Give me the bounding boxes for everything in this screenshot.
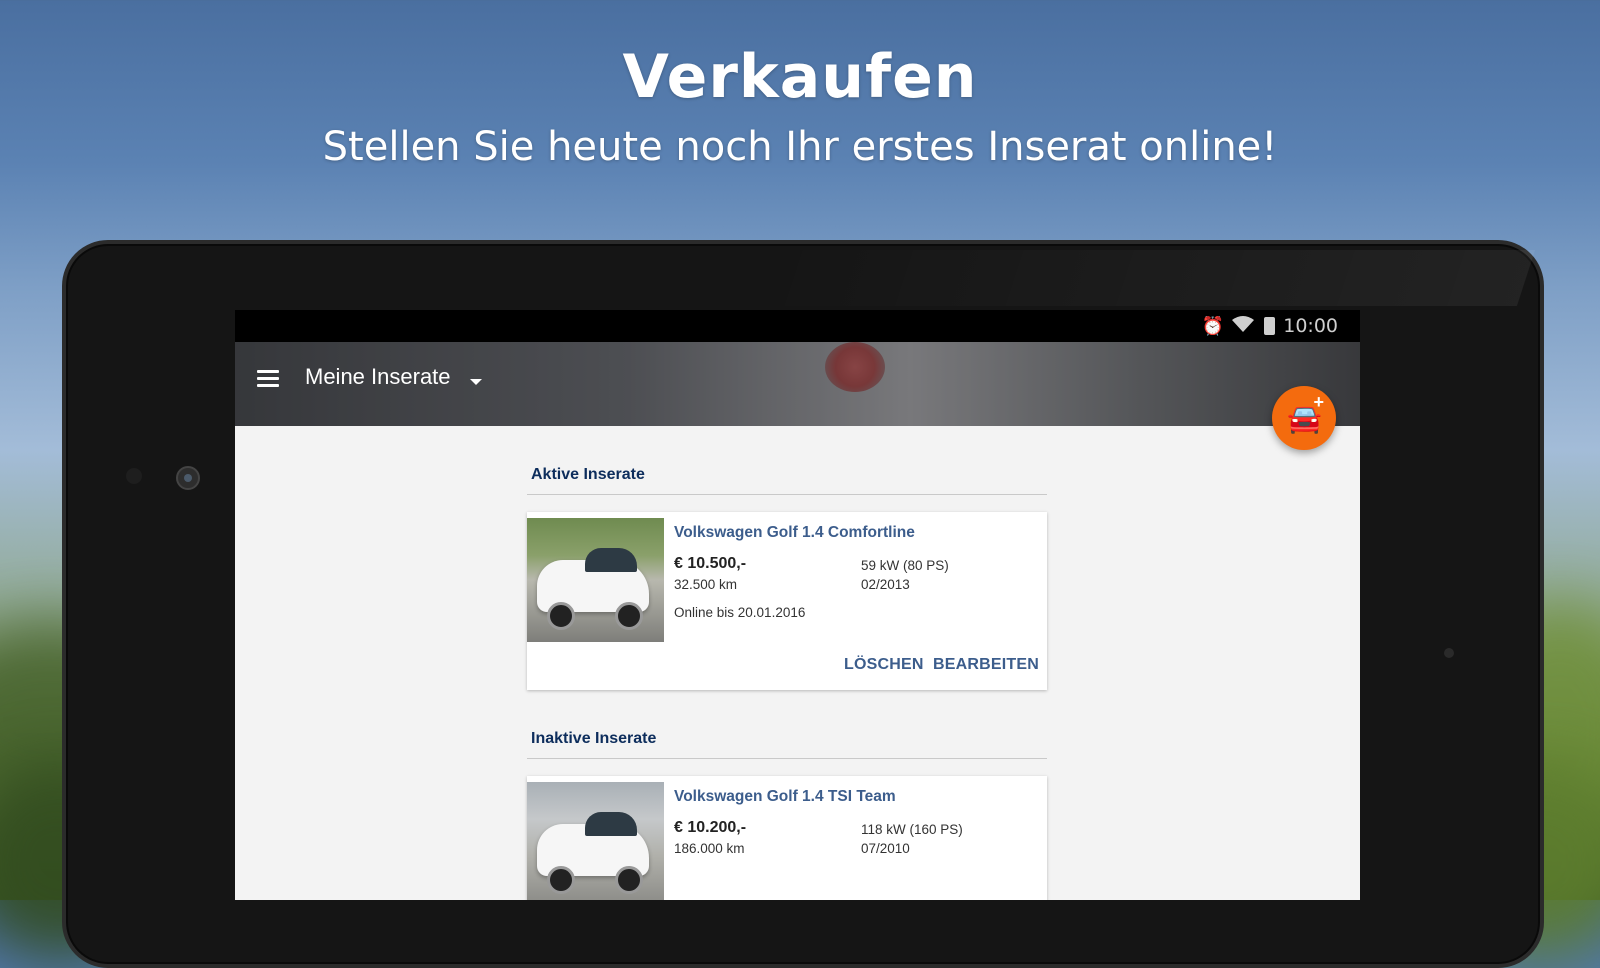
section-divider: [527, 494, 1047, 495]
hero-heading: Verkaufen Stellen Sie heute noch Ihr ers…: [0, 38, 1600, 178]
section-divider: [527, 758, 1047, 759]
listing-power: 59 kW (80 PS): [861, 558, 949, 573]
proximity-sensor: [126, 468, 142, 484]
car-photo-wheel: [547, 602, 575, 630]
section-title-active: Aktive Inserate: [531, 466, 645, 483]
app-bar: Meine Inserate: [235, 342, 1360, 426]
dropdown-arrow-icon[interactable]: [470, 379, 482, 385]
listing-card-active[interactable]: Volkswagen Golf 1.4 Comfortline € 10.500…: [527, 512, 1047, 690]
plus-icon: +: [1313, 392, 1324, 412]
listing-power: 118 kW (160 PS): [861, 822, 963, 837]
listing-online-until: Online bis 20.01.2016: [674, 605, 806, 620]
status-time: 10:00: [1283, 315, 1338, 337]
listing-title[interactable]: Volkswagen Golf 1.4 TSI Team: [674, 788, 896, 806]
listing-mileage: 32.500 km: [674, 577, 738, 592]
edit-button[interactable]: BEARBEITEN: [933, 656, 1039, 674]
hero-subtitle: Stellen Sie heute noch Ihr erstes Insera…: [322, 124, 1278, 170]
alarm-icon: ⏰: [1201, 315, 1225, 337]
tablet-gloss: [756, 250, 1536, 306]
status-bar: ⏰ 10:00: [235, 310, 1360, 342]
listing-title[interactable]: Volkswagen Golf 1.4 Comfortline: [674, 524, 915, 542]
car-photo-window: [585, 812, 637, 836]
add-listing-button[interactable]: 🚘 +: [1272, 386, 1336, 450]
listing-registration: 07/2010: [861, 841, 910, 856]
listing-registration: 02/2013: [861, 577, 910, 592]
listing-card-inactive[interactable]: Volkswagen Golf 1.4 TSI Team € 10.200,- …: [527, 776, 1047, 900]
app-screen: ⏰ 10:00 Meine Inserate Aktive Inserate V…: [235, 310, 1360, 900]
delete-button[interactable]: LÖSCHEN: [844, 656, 924, 674]
listing-photo[interactable]: [527, 518, 664, 642]
listing-photo[interactable]: [527, 782, 664, 900]
hero-title: Verkaufen: [622, 42, 978, 112]
appbar-title[interactable]: Meine Inserate: [305, 364, 451, 390]
car-photo-window: [585, 548, 637, 572]
menu-icon[interactable]: [257, 370, 279, 387]
car-photo-wheel: [615, 866, 643, 894]
car-photo-wheel: [547, 866, 575, 894]
battery-icon: [1264, 317, 1276, 335]
listing-mileage: 186.000 km: [674, 841, 745, 856]
wifi-icon: [1232, 315, 1255, 337]
section-title-inactive: Inaktive Inserate: [531, 730, 657, 747]
car-photo-wheel: [615, 602, 643, 630]
listing-price: € 10.500,-: [674, 555, 747, 572]
light-sensor: [1444, 648, 1454, 658]
listing-price: € 10.200,-: [674, 819, 747, 836]
front-camera-icon: [176, 466, 200, 490]
